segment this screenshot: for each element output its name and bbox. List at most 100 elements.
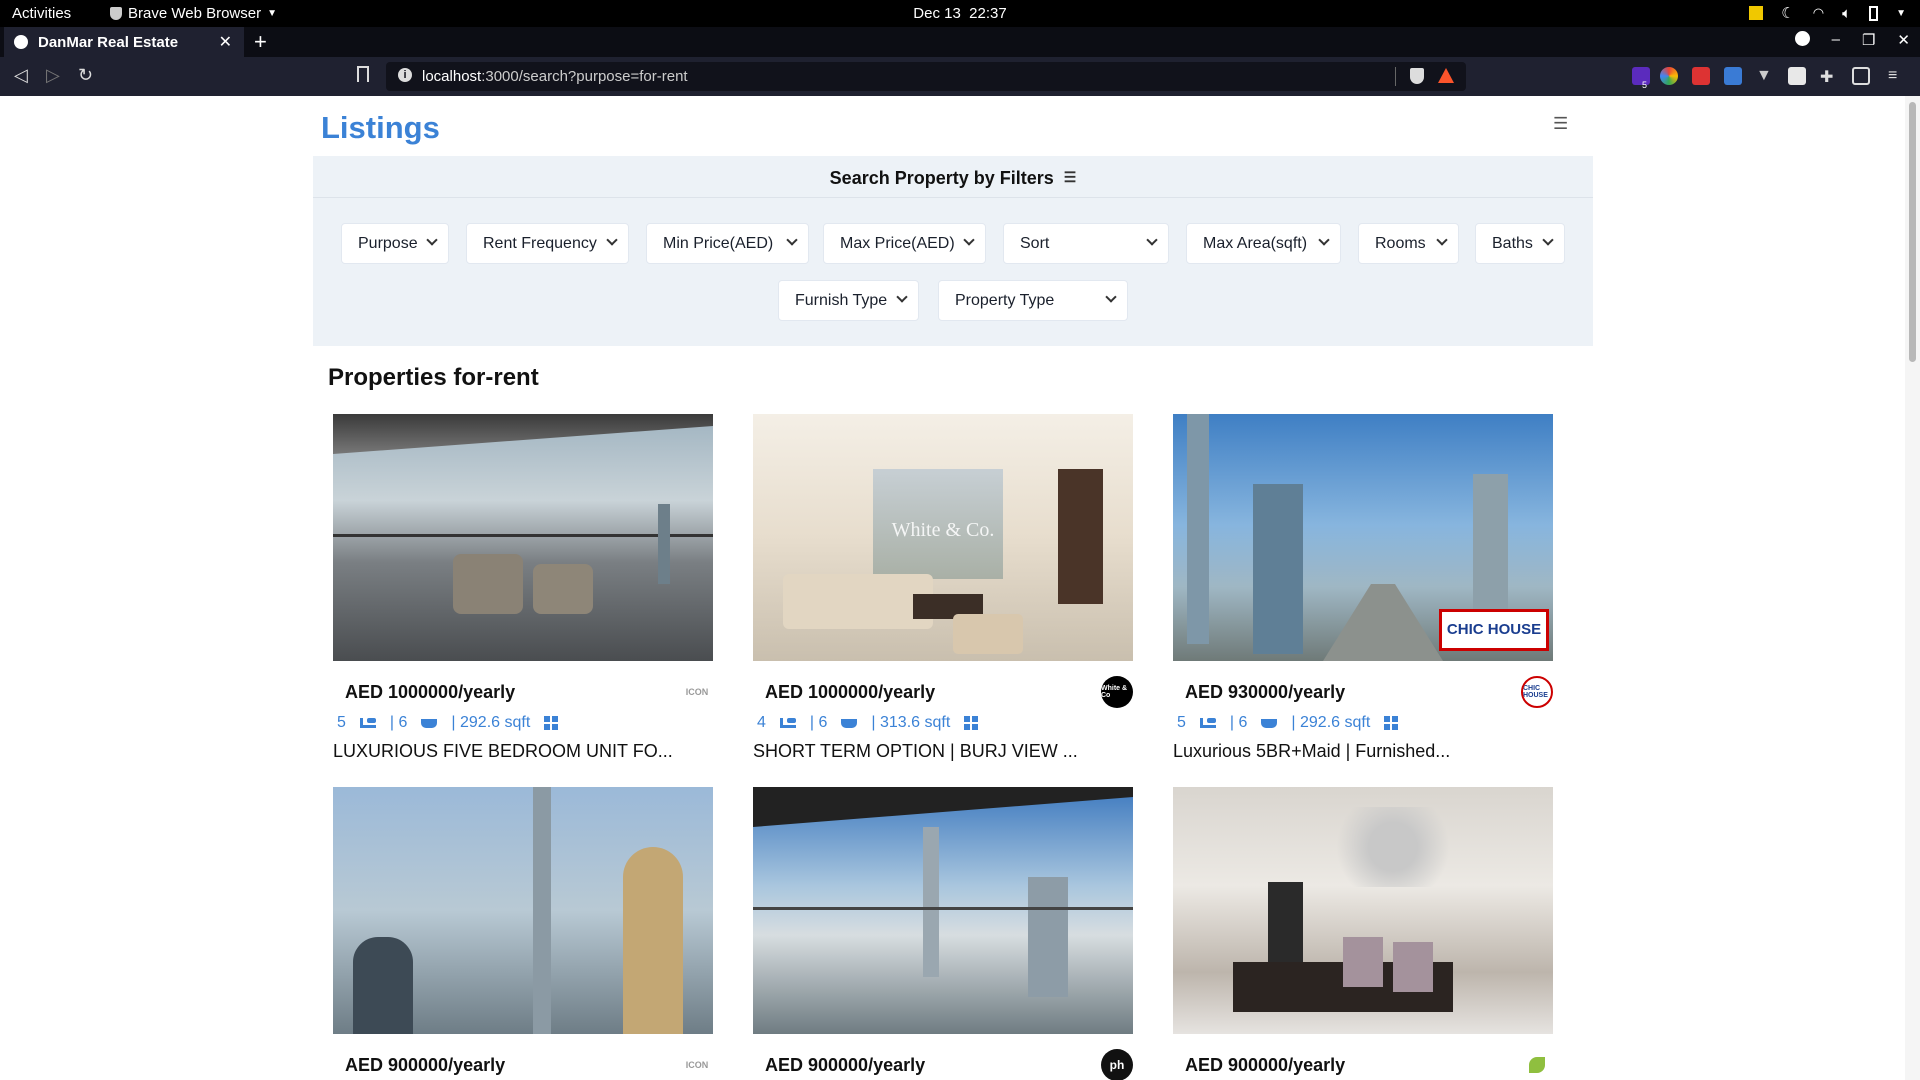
brave-rewards-icon[interactable] xyxy=(1438,68,1454,83)
system-tray[interactable]: ☾ ◠ 🔈︎ ▼ xyxy=(1749,4,1906,22)
tower-shape xyxy=(923,827,939,977)
filters-header[interactable]: Search Property by Filters ☰ xyxy=(313,156,1593,198)
tower-shape xyxy=(623,847,683,1034)
extension-icon[interactable] xyxy=(1724,67,1742,85)
listing-photo[interactable] xyxy=(333,414,713,661)
agency-logo[interactable]: White & Co xyxy=(1101,676,1133,708)
color-extension-icon[interactable] xyxy=(1660,67,1678,85)
select-baths[interactable]: Baths xyxy=(1475,223,1565,264)
vpn-icon[interactable]: ▼ xyxy=(1756,67,1774,85)
tower-shape xyxy=(353,937,413,1034)
listing-title[interactable]: Luxurious 5BR+Maid | Furnished... xyxy=(1173,741,1450,762)
app-menu[interactable]: Brave Web Browser ▼ xyxy=(110,5,277,22)
listing-card[interactable]: AED 900000/yearly ICON xyxy=(333,787,713,1080)
select-sort[interactable]: Sort xyxy=(1003,223,1169,264)
wallet-icon[interactable] xyxy=(1852,67,1870,85)
select-label: Rooms xyxy=(1375,234,1426,252)
extension-icon[interactable]: 5 xyxy=(1632,67,1650,90)
extension-icon[interactable] xyxy=(1788,67,1806,85)
puzzle-icon[interactable]: ✚ xyxy=(1820,67,1838,86)
agency-logo[interactable]: ph xyxy=(1101,1049,1133,1080)
agency-logo[interactable]: ICON xyxy=(681,1049,713,1080)
area-value: | 292.6 sqft xyxy=(451,714,531,731)
select-rent-frequency[interactable]: Rent Frequency xyxy=(466,223,629,264)
listing-card[interactable]: AED 900000/yearly ph xyxy=(753,787,1133,1080)
back-icon[interactable]: ◁ xyxy=(14,65,28,86)
page-scrollbar[interactable] xyxy=(1905,96,1920,1080)
listing-title[interactable]: LUXURIOUS FIVE BEDROOM UNIT FO... xyxy=(333,741,673,762)
select-property-type[interactable]: Property Type xyxy=(938,280,1128,321)
listing-photo[interactable] xyxy=(1173,787,1553,1034)
tower-shape xyxy=(1028,877,1068,997)
bed-icon xyxy=(359,718,376,728)
listing-price: AED 900000/yearly xyxy=(345,1055,506,1075)
sofa-shape xyxy=(783,574,933,629)
agency-logo[interactable] xyxy=(1521,1049,1553,1080)
select-purpose[interactable]: Purpose xyxy=(341,223,449,264)
select-min-price[interactable]: Min Price(AED) xyxy=(646,223,809,264)
minimize-icon[interactable]: – xyxy=(1832,31,1840,49)
browser-toolbar: ◁ ▷ ↻ i localhost:3000/search?purpose=fo… xyxy=(0,57,1920,96)
new-tab-button[interactable]: + xyxy=(254,29,267,55)
brave-shields-icon[interactable] xyxy=(1410,68,1424,84)
listing-card[interactable]: White & Co. AED 1000000/yearly White & C… xyxy=(753,414,1133,761)
listing-card[interactable]: AED 1000000/yearly ICON 5 | 6 | 292.6 sq… xyxy=(333,414,713,761)
tower-shape xyxy=(533,787,551,1034)
select-label: Min Price(AED) xyxy=(663,234,774,252)
bookmark-icon[interactable] xyxy=(357,66,369,82)
agency-logo[interactable]: CHIC HOUSE xyxy=(1521,676,1553,708)
address-bar[interactable]: i localhost:3000/search?purpose=for-rent xyxy=(386,62,1466,91)
forward-icon[interactable]: ▷ xyxy=(46,65,60,86)
close-window-icon[interactable]: ✕ xyxy=(1897,31,1910,49)
window-controls: – ❐ ✕ xyxy=(1794,31,1910,49)
listing-photo[interactable]: CHIC HOUSE xyxy=(1173,414,1553,661)
agency-logo[interactable]: ICON xyxy=(681,676,713,708)
activities-button[interactable]: Activities xyxy=(12,5,71,22)
listing-price: AED 900000/yearly xyxy=(765,1055,926,1075)
select-max-area[interactable]: Max Area(sqft) xyxy=(1186,223,1341,264)
menu-icon[interactable]: ≡ xyxy=(1888,67,1906,85)
select-max-price[interactable]: Max Price(AED) xyxy=(823,223,986,264)
listing-price: AED 1000000/yearly xyxy=(765,682,936,702)
url-host: localhost xyxy=(422,68,482,85)
area-grid-icon xyxy=(1384,716,1399,730)
listing-title[interactable]: SHORT TERM OPTION | BURJ VIEW ... xyxy=(753,741,1078,762)
extension-icon[interactable] xyxy=(1692,67,1710,85)
tab-title: DanMar Real Estate xyxy=(38,33,179,51)
chandelier-shape xyxy=(1323,807,1463,887)
brand-logo[interactable]: Listings xyxy=(321,110,440,146)
railing-shape xyxy=(753,907,1133,910)
tab-search-icon[interactable] xyxy=(1794,31,1810,46)
notes-icon xyxy=(1749,6,1764,20)
clock-date: Dec 13 xyxy=(913,5,961,22)
chair-shape xyxy=(1343,937,1383,987)
tab-strip: DanMar Real Estate ✕ + – ❐ ✕ xyxy=(0,27,1920,57)
scrollbar-thumb[interactable] xyxy=(1909,102,1916,362)
listing-card[interactable]: CHIC HOUSE AED 930000/yearly CHIC HOUSE … xyxy=(1173,414,1553,761)
bed-icon xyxy=(779,718,796,728)
close-tab-icon[interactable]: ✕ xyxy=(219,32,232,52)
listing-photo[interactable] xyxy=(753,787,1133,1034)
listing-photo[interactable]: White & Co. xyxy=(753,414,1133,661)
listing-card[interactable]: AED 900000/yearly xyxy=(1173,787,1553,1080)
site-info-icon[interactable]: i xyxy=(398,68,412,82)
area-grid-icon xyxy=(544,716,559,730)
listing-photo[interactable] xyxy=(333,787,713,1034)
tower-shape xyxy=(658,504,670,584)
clock[interactable]: Dec 13 22:37 xyxy=(0,5,1920,22)
reload-icon[interactable]: ↻ xyxy=(78,65,93,86)
chevron-down-icon: ▼ xyxy=(1896,7,1906,19)
select-furnish-type[interactable]: Furnish Type xyxy=(778,280,919,321)
filters-panel: Search Property by Filters ☰ Purpose Rent… xyxy=(313,156,1593,346)
page-viewport: Listings ☰ Search Property by Filters ☰ P… xyxy=(0,96,1905,1080)
rooms-count: 5 xyxy=(1177,714,1186,731)
battery-icon xyxy=(1869,5,1879,21)
hamburger-menu-icon[interactable]: ☰ xyxy=(1553,114,1568,134)
tab-danmar[interactable]: DanMar Real Estate ✕ xyxy=(4,27,244,57)
system-top-bar: Activities Brave Web Browser ▼ Dec 13 22… xyxy=(0,0,1920,27)
select-label: Property Type xyxy=(955,291,1055,309)
rooms-count: 5 xyxy=(337,714,346,731)
select-rooms[interactable]: Rooms xyxy=(1358,223,1459,264)
brave-lion-icon xyxy=(110,7,122,20)
restore-icon[interactable]: ❐ xyxy=(1862,31,1875,49)
